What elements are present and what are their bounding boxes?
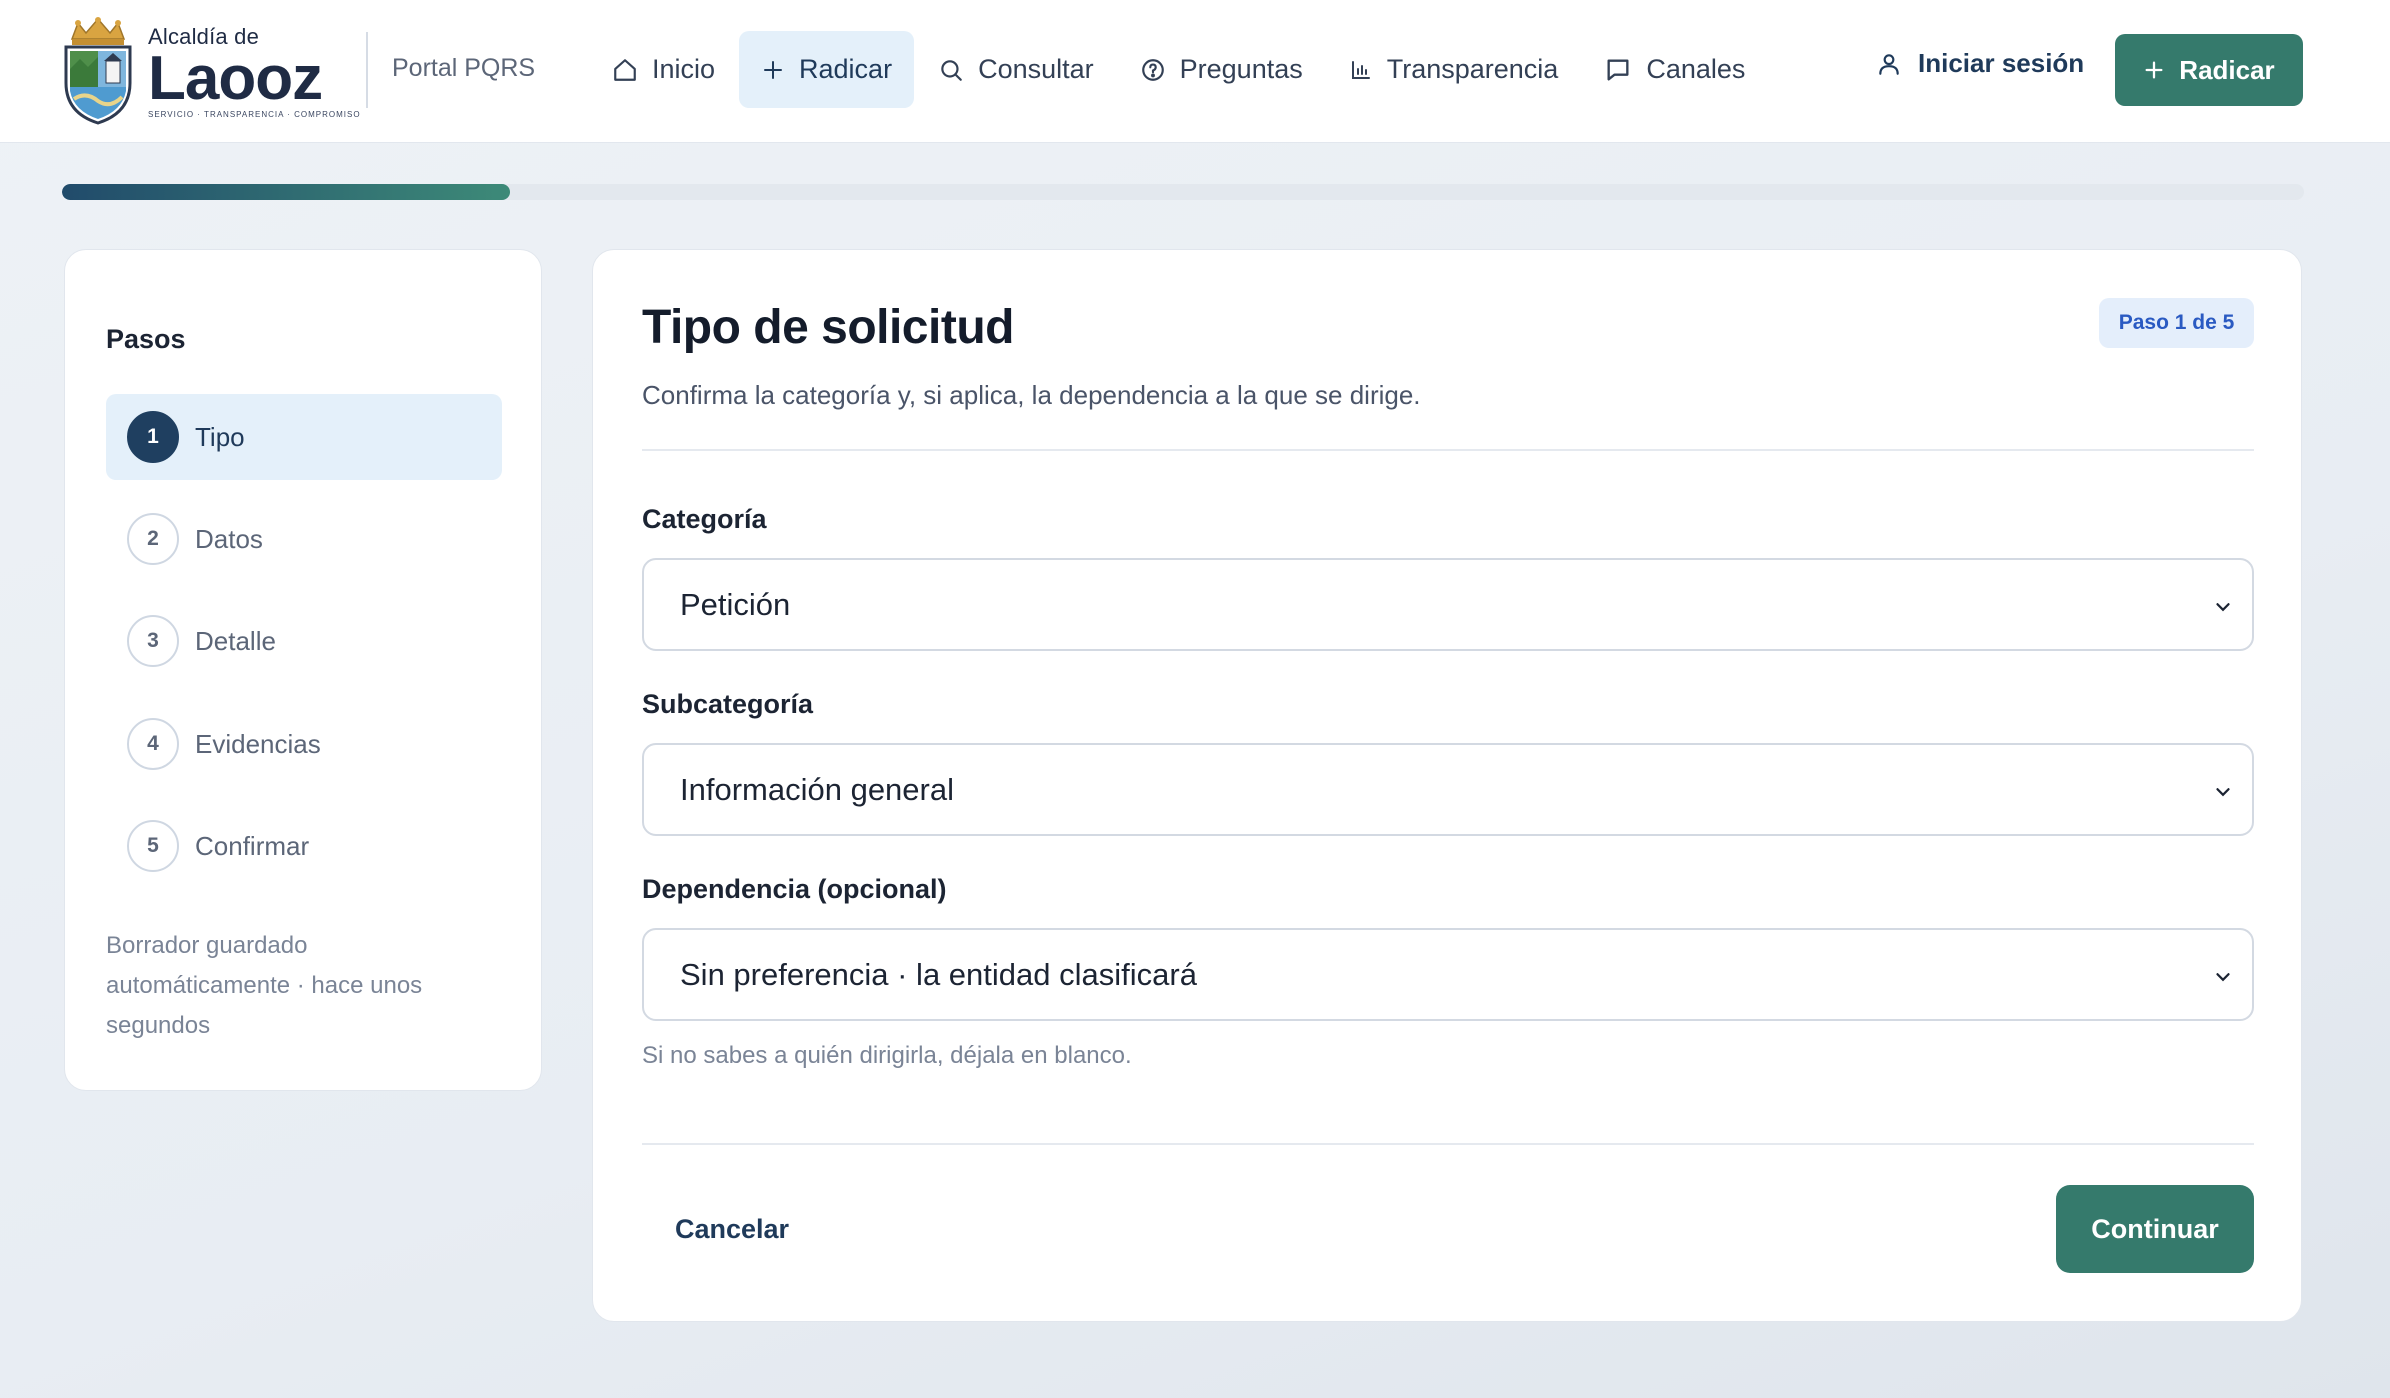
plus-icon bbox=[764, 60, 783, 79]
nav-item-label: Radicar bbox=[799, 54, 893, 84]
page-description: Confirma la categoría y, si aplica, la d… bbox=[642, 380, 1421, 410]
nav-item-label: Transparencia bbox=[1386, 54, 1559, 84]
subcategory-value: Información general bbox=[680, 771, 954, 807]
step-label: Confirmar bbox=[195, 830, 310, 861]
nav-item-radicar[interactable]: Radicar bbox=[739, 31, 915, 108]
dependency-hint: Si no sabes a quién dirigirla, déjala en… bbox=[642, 1042, 1132, 1069]
page-title: Tipo de solicitud bbox=[642, 301, 1014, 354]
search-icon bbox=[941, 59, 962, 81]
step-number: 4 bbox=[127, 718, 179, 770]
coat-of-arms-icon bbox=[64, 17, 132, 125]
wizard-progress-fill bbox=[62, 184, 511, 200]
subcategory-select[interactable]: Información general bbox=[642, 743, 2254, 836]
brand-logo[interactable]: Alcaldía de Laooz SERVICIO · TRANSPARENC… bbox=[62, 16, 361, 126]
nav-item-preguntas[interactable]: Preguntas bbox=[1118, 31, 1325, 108]
divider bbox=[642, 449, 2254, 451]
steps-sidebar: Pasos 1 Tipo 2 Datos 3 Detalle 4 Evidenc… bbox=[64, 249, 542, 1091]
chevron-down-icon bbox=[2216, 788, 2230, 797]
nav-item-inicio[interactable]: Inicio bbox=[590, 31, 737, 108]
wizard-progress-bar bbox=[62, 184, 2304, 200]
step-number: 1 bbox=[127, 411, 179, 463]
dependency-select[interactable]: Sin preferencia · la entidad clasificará bbox=[642, 928, 2254, 1021]
step-number: 2 bbox=[127, 513, 179, 565]
chevron-down-icon bbox=[2216, 603, 2230, 612]
footer-divider bbox=[642, 1143, 2254, 1145]
category-value: Petición bbox=[680, 586, 791, 622]
bar-chart-icon bbox=[1351, 60, 1370, 79]
dependency-label: Dependencia (opcional) bbox=[642, 874, 947, 904]
nav-item-label: Consultar bbox=[978, 54, 1094, 84]
category-select[interactable]: Petición bbox=[642, 558, 2254, 651]
portal-label: Portal PQRS bbox=[392, 54, 536, 82]
login-link[interactable]: Iniciar sesión bbox=[1876, 48, 2084, 79]
top-header: Alcaldía de Laooz SERVICIO · TRANSPARENC… bbox=[0, 0, 2390, 143]
login-label: Iniciar sesión bbox=[1918, 48, 2085, 78]
step-label: Evidencias bbox=[195, 728, 321, 759]
step-number: 5 bbox=[127, 820, 179, 872]
dependency-value: Sin preferencia · la entidad clasificará bbox=[680, 956, 1197, 992]
step-number: 3 bbox=[127, 615, 179, 667]
step-badge: Paso 1 de 5 bbox=[2099, 298, 2254, 348]
brand-name: Laooz bbox=[148, 43, 323, 113]
step-item-detalle[interactable]: 3 Detalle bbox=[106, 598, 502, 684]
step-label: Tipo bbox=[195, 421, 245, 452]
step-item-tipo[interactable]: 1 Tipo bbox=[106, 394, 502, 480]
header-radicar-label: Radicar bbox=[2179, 54, 2275, 85]
step-label: Detalle bbox=[195, 625, 276, 656]
nav-item-canales[interactable]: Canales bbox=[1582, 31, 1767, 108]
step-item-confirmar[interactable]: 5 Confirmar bbox=[106, 803, 502, 889]
user-icon bbox=[1879, 53, 1899, 75]
nav-item-consultar[interactable]: Consultar bbox=[916, 31, 1116, 108]
cancel-button[interactable]: Cancelar bbox=[642, 1200, 822, 1258]
home-icon bbox=[614, 58, 636, 81]
step-label: Datos bbox=[195, 523, 263, 554]
brand-tagline: SERVICIO · TRANSPARENCIA · COMPROMISO bbox=[148, 109, 361, 119]
subcategory-label: Subcategoría bbox=[642, 689, 814, 719]
chat-icon bbox=[1607, 59, 1629, 81]
request-type-card: Tipo de solicitud Paso 1 de 5 Confirma l… bbox=[592, 249, 2302, 1322]
plus-icon bbox=[2145, 61, 2163, 79]
nav-item-label: Preguntas bbox=[1179, 54, 1303, 84]
category-label: Categoría bbox=[642, 504, 767, 534]
chevron-down-icon bbox=[2216, 973, 2230, 982]
logo-divider bbox=[366, 32, 368, 108]
nav-item-label: Inicio bbox=[652, 54, 716, 84]
step-item-evidencias[interactable]: 4 Evidencias bbox=[106, 701, 502, 787]
continue-button[interactable]: Continuar bbox=[2056, 1185, 2254, 1273]
nav-item-label: Canales bbox=[1646, 54, 1746, 84]
main-nav: Inicio Radicar Consultar Preguntas Trans… bbox=[590, 31, 1769, 108]
nav-item-transparencia[interactable]: Transparencia bbox=[1327, 31, 1581, 108]
draft-saved-note: Borrador guardado automáticamente · hace… bbox=[106, 932, 423, 1039]
help-circle-icon bbox=[1141, 58, 1164, 81]
header-radicar-button[interactable]: Radicar bbox=[2115, 34, 2303, 106]
step-item-datos[interactable]: 2 Datos bbox=[106, 496, 502, 582]
steps-title: Pasos bbox=[106, 324, 186, 354]
